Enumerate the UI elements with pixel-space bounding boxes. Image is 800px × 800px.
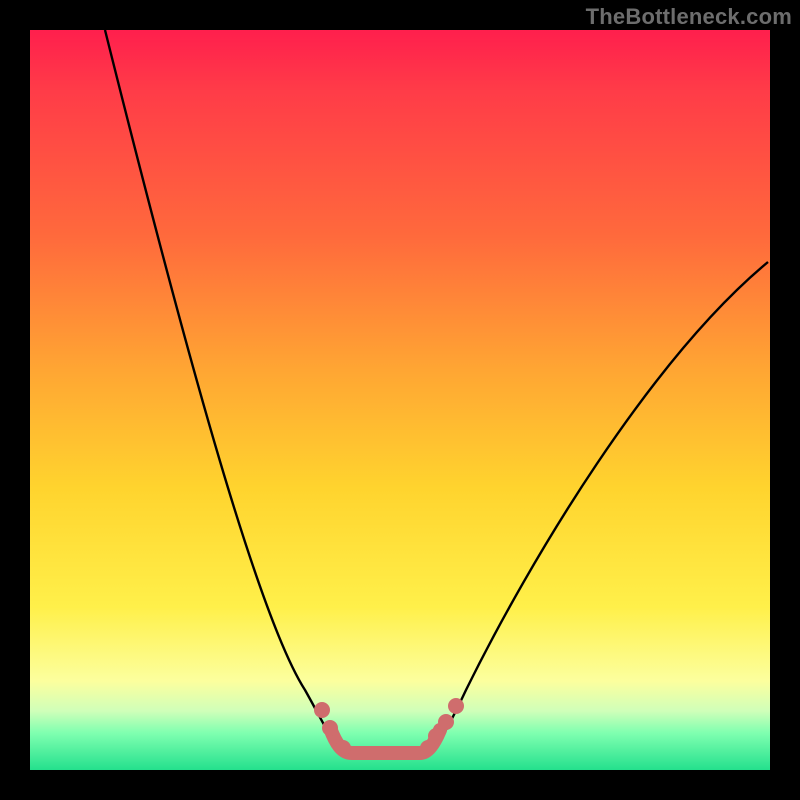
valley-dot	[322, 720, 338, 736]
valley-dot	[428, 728, 444, 744]
valley-dot	[448, 698, 464, 714]
valley-dot	[314, 702, 330, 718]
chart-svg	[30, 30, 770, 770]
plot-area	[30, 30, 770, 770]
valley-dot	[438, 714, 454, 730]
bottleneck-curve	[105, 30, 768, 753]
valley-dot	[335, 740, 351, 756]
watermark-text: TheBottleneck.com	[586, 4, 792, 30]
chart-frame: TheBottleneck.com	[0, 0, 800, 800]
